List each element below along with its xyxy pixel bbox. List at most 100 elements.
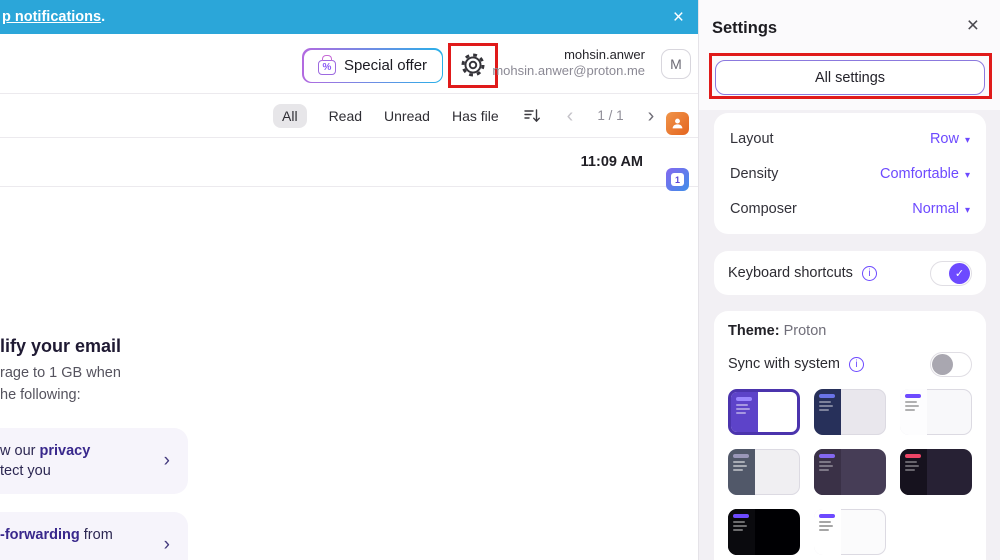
theme-thumb-line xyxy=(905,469,915,471)
theme-thumbnail[interactable] xyxy=(728,509,800,555)
theme-thumbnail[interactable] xyxy=(900,389,972,435)
theme-value: Proton xyxy=(783,323,827,339)
welcome-body-line2: he following: xyxy=(0,387,81,403)
welcome-body: rage to 1 GB when he following: xyxy=(0,362,121,406)
composer-value: Normal xyxy=(912,200,959,217)
theme-thumb-line xyxy=(819,521,831,523)
message-row[interactable]: 11:09 AM xyxy=(0,138,698,187)
composer-setting-row[interactable]: Composer Normal ▾ xyxy=(730,191,970,226)
card-text-line2: tect you xyxy=(0,463,51,479)
keyboard-shortcuts-toggle[interactable]: ✓ xyxy=(930,260,972,286)
contacts-app-button[interactable] xyxy=(666,112,689,135)
theme-thumb-line xyxy=(905,409,915,411)
theme-thumb-sidebar xyxy=(900,449,927,495)
gear-icon xyxy=(461,53,485,77)
card-text-bold: privacy xyxy=(39,443,91,459)
theme-thumb-line xyxy=(736,404,748,406)
checklist-card-forwarding[interactable]: -forwarding from › xyxy=(0,512,188,560)
theme-thumb-line xyxy=(819,409,829,411)
theme-thumb-sidebar xyxy=(900,389,927,435)
theme-thumb-compose-button xyxy=(819,454,835,458)
theme-thumb-line xyxy=(733,461,745,463)
theme-thumbnail[interactable] xyxy=(900,449,972,495)
settings-gear-button[interactable] xyxy=(459,51,487,79)
notification-banner-link[interactable]: p notifications xyxy=(2,9,101,25)
theme-thumb-line xyxy=(736,408,750,410)
chevron-right-icon: › xyxy=(163,534,170,555)
checklist-card-privacy[interactable]: w our privacy tect you › xyxy=(0,428,188,494)
theme-thumbnail[interactable] xyxy=(814,509,886,555)
sync-with-system-row: Sync with system i ✓ xyxy=(728,351,972,377)
page-next-icon[interactable]: › xyxy=(648,106,655,126)
theme-thumb-compose-button xyxy=(736,397,752,401)
theme-thumb-compose-button xyxy=(733,514,749,518)
calendar-icon: 1 xyxy=(671,173,684,186)
theme-thumb-line xyxy=(905,461,917,463)
theme-current: Theme: Proton xyxy=(728,323,972,339)
theme-thumb-compose-button xyxy=(819,514,835,518)
info-icon[interactable]: i xyxy=(849,356,864,372)
account-name: mohsin.anwer xyxy=(564,47,645,62)
sort-button[interactable] xyxy=(523,108,541,124)
layout-value-dropdown[interactable]: Row ▾ xyxy=(930,131,970,147)
theme-thumb-line xyxy=(733,529,743,531)
filter-all[interactable]: All xyxy=(273,103,307,128)
filter-unread[interactable]: Unread xyxy=(384,108,430,124)
banner-close-icon[interactable]: × xyxy=(673,8,684,27)
composer-label: Composer xyxy=(730,200,797,217)
density-value-dropdown[interactable]: Comfortable ▾ xyxy=(880,166,970,182)
card-text-bold: -forwarding xyxy=(0,527,80,543)
theme-thumbnail[interactable] xyxy=(728,389,800,435)
settings-panel: Settings × All settings Layout Row ▾ Dens… xyxy=(698,0,1000,560)
caret-down-icon: ▾ xyxy=(964,204,970,216)
contacts-icon xyxy=(672,118,683,129)
theme-thumb-line xyxy=(733,521,745,523)
filter-read[interactable]: Read xyxy=(329,108,362,124)
page-prev-icon[interactable]: ‹ xyxy=(567,106,574,126)
card-text-post: from xyxy=(79,527,113,543)
theme-thumb-sidebar xyxy=(814,449,841,495)
theme-thumb-line xyxy=(819,405,833,407)
theme-grid xyxy=(728,389,972,555)
card-text-pre: w our xyxy=(0,443,40,459)
theme-thumb-sidebar xyxy=(814,509,841,555)
app-root: p notifications . × % Special offer mohs… xyxy=(0,0,1000,560)
theme-thumb-line xyxy=(819,465,833,467)
theme-thumb-sidebar xyxy=(814,389,841,435)
special-offer-button[interactable]: % Special offer xyxy=(302,48,443,83)
account-info[interactable]: mohsin.anwer mohsin.anwer@proton.me xyxy=(492,47,645,79)
theme-thumb-compose-button xyxy=(905,454,921,458)
special-offer-inner: % Special offer xyxy=(303,49,442,82)
composer-value-dropdown[interactable]: Normal ▾ xyxy=(912,201,970,217)
theme-thumb-line xyxy=(736,412,746,414)
caret-down-icon: ▾ xyxy=(964,134,970,146)
toggle-knob: ✓ xyxy=(949,262,970,284)
theme-thumb-compose-button xyxy=(819,394,835,398)
sync-with-system-toggle[interactable]: ✓ xyxy=(930,351,972,377)
info-icon[interactable]: i xyxy=(861,265,877,281)
theme-thumb-sidebar xyxy=(728,449,755,495)
theme-thumb-line xyxy=(819,461,831,463)
keyboard-shortcuts-label: Keyboard shortcuts xyxy=(728,265,853,281)
avatar[interactable]: M xyxy=(661,49,691,79)
theme-card: Theme: Proton Sync with system i ✓ xyxy=(714,311,986,560)
theme-thumbnail[interactable] xyxy=(814,389,886,435)
pagination-label: 1 / 1 xyxy=(597,108,624,123)
checklist-card-text: w our privacy tect you xyxy=(0,441,90,481)
percent-bag-icon: % xyxy=(317,54,336,75)
sync-with-system-label: Sync with system xyxy=(728,356,840,372)
theme-thumbnail[interactable] xyxy=(728,449,800,495)
theme-thumb-line xyxy=(819,525,833,527)
theme-thumb-line xyxy=(819,469,829,471)
theme-thumb-compose-button xyxy=(733,454,749,458)
settings-close-icon[interactable]: × xyxy=(967,15,979,36)
notification-banner: p notifications . × xyxy=(0,0,698,34)
layout-setting-row[interactable]: Layout Row ▾ xyxy=(730,121,970,156)
all-settings-button[interactable]: All settings xyxy=(715,60,985,95)
calendar-app-button[interactable]: 1 xyxy=(666,168,689,191)
density-setting-row[interactable]: Density Comfortable ▾ xyxy=(730,156,970,191)
layout-label: Layout xyxy=(730,130,774,147)
filter-has-file[interactable]: Has file xyxy=(452,108,499,124)
theme-thumbnail[interactable] xyxy=(814,449,886,495)
theme-thumb-line xyxy=(905,405,919,407)
